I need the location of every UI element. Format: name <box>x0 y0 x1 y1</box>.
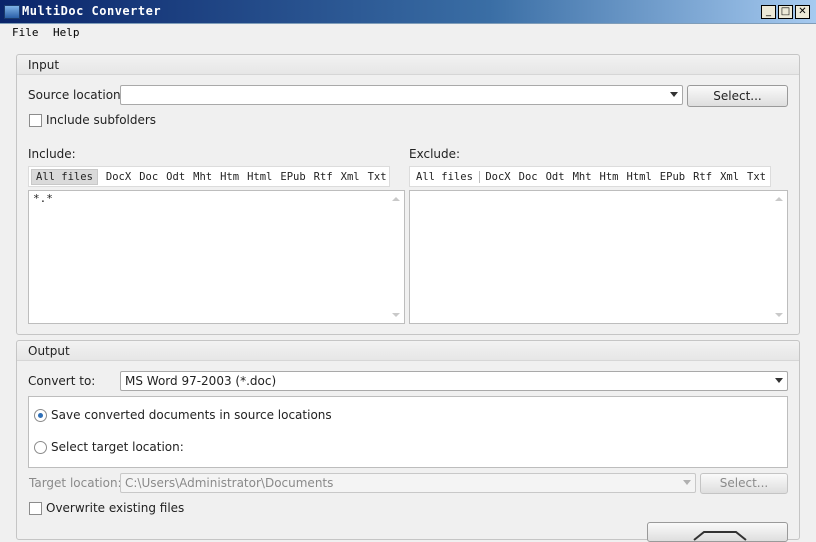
app-icon <box>4 5 20 19</box>
include-filter-txt[interactable]: Txt <box>364 170 391 184</box>
include-filter-xml[interactable]: Xml <box>337 170 364 184</box>
exclude-filter-html[interactable]: Html <box>623 170 656 184</box>
window-title: MultiDoc Converter <box>22 4 161 18</box>
convert-button[interactable] <box>647 522 788 542</box>
scroll-down-icon[interactable] <box>775 313 783 317</box>
exclude-filter-mht[interactable]: Mht <box>569 170 596 184</box>
output-group-title: Output <box>17 341 799 361</box>
convert-icon <box>690 528 750 542</box>
menu-file[interactable]: File <box>12 25 39 41</box>
convert-to-value: MS Word 97-2003 (*.doc) <box>125 374 276 388</box>
source-location-combobox[interactable] <box>120 85 683 105</box>
include-filter-mht[interactable]: Mht <box>189 170 216 184</box>
scroll-up-icon[interactable] <box>392 197 400 201</box>
menu-help[interactable]: Help <box>53 25 80 41</box>
exclude-filter-txt[interactable]: Txt <box>743 170 770 184</box>
exclude-filter-epub[interactable]: EPub <box>656 170 689 184</box>
overwrite-files-label: Overwrite existing files <box>46 501 184 515</box>
include-scrollbar[interactable] <box>389 192 403 322</box>
menu-bar <box>0 24 816 43</box>
maximize-button[interactable]: □ <box>778 5 793 19</box>
chevron-down-icon[interactable] <box>683 480 691 485</box>
overwrite-files-checkbox[interactable] <box>29 502 42 515</box>
include-filter-odt[interactable]: Odt <box>162 170 189 184</box>
target-location-label: Target location: <box>29 476 122 490</box>
exclude-scrollbar[interactable] <box>772 192 786 322</box>
save-in-source-radio[interactable] <box>34 409 47 422</box>
scroll-down-icon[interactable] <box>392 313 400 317</box>
include-filter-all-files[interactable]: All files <box>31 169 98 185</box>
exclude-filter-docx[interactable]: DocX <box>481 170 514 184</box>
input-group-title: Input <box>17 55 799 75</box>
exclude-filter-doc[interactable]: Doc <box>515 170 542 184</box>
include-textarea[interactable]: *.* <box>28 190 405 324</box>
exclude-filter-rtf[interactable]: Rtf <box>689 170 716 184</box>
include-filter-bar: All files DocX Doc Odt Mht Htm Html EPub… <box>28 166 390 187</box>
include-filter-docx[interactable]: DocX <box>102 170 135 184</box>
chevron-down-icon[interactable] <box>775 378 783 383</box>
exclude-filter-odt[interactable]: Odt <box>542 170 569 184</box>
include-filter-htm[interactable]: Htm <box>216 170 243 184</box>
include-filter-html[interactable]: Html <box>243 170 276 184</box>
include-filter-doc[interactable]: Doc <box>135 170 162 184</box>
include-pattern-text: *.* <box>33 192 53 205</box>
convert-to-combobox[interactable]: MS Word 97-2003 (*.doc) <box>120 371 788 391</box>
target-location-value: C:\Users\Administrator\Documents <box>125 476 333 490</box>
select-target-radio[interactable] <box>34 441 47 454</box>
exclude-filter-htm[interactable]: Htm <box>596 170 623 184</box>
target-select-button[interactable]: Select... <box>700 473 788 494</box>
convert-to-label: Convert to: <box>28 374 95 388</box>
close-button[interactable]: ✕ <box>795 5 810 19</box>
source-location-label: Source location: <box>28 88 125 102</box>
chevron-down-icon[interactable] <box>670 92 678 97</box>
scroll-up-icon[interactable] <box>775 197 783 201</box>
select-target-label: Select target location: <box>51 440 184 454</box>
include-subfolders-checkbox[interactable] <box>29 114 42 127</box>
output-location-options <box>28 396 788 468</box>
minimize-button[interactable]: _ <box>761 5 776 19</box>
exclude-textarea[interactable] <box>409 190 788 324</box>
exclude-filter-xml[interactable]: Xml <box>716 170 743 184</box>
radio-selected-dot <box>38 413 43 418</box>
include-label: Include: <box>28 147 76 161</box>
exclude-filter-all-files[interactable]: All files <box>412 170 477 184</box>
exclude-filter-bar: All files DocX Doc Odt Mht Htm Html EPub… <box>409 166 771 187</box>
include-filter-epub[interactable]: EPub <box>276 170 309 184</box>
source-select-button[interactable]: Select... <box>687 85 788 107</box>
save-in-source-label: Save converted documents in source locat… <box>51 408 332 422</box>
target-location-combobox[interactable]: C:\Users\Administrator\Documents <box>120 473 696 493</box>
include-filter-rtf[interactable]: Rtf <box>310 170 337 184</box>
include-subfolders-label: Include subfolders <box>46 113 156 127</box>
exclude-label: Exclude: <box>409 147 460 161</box>
